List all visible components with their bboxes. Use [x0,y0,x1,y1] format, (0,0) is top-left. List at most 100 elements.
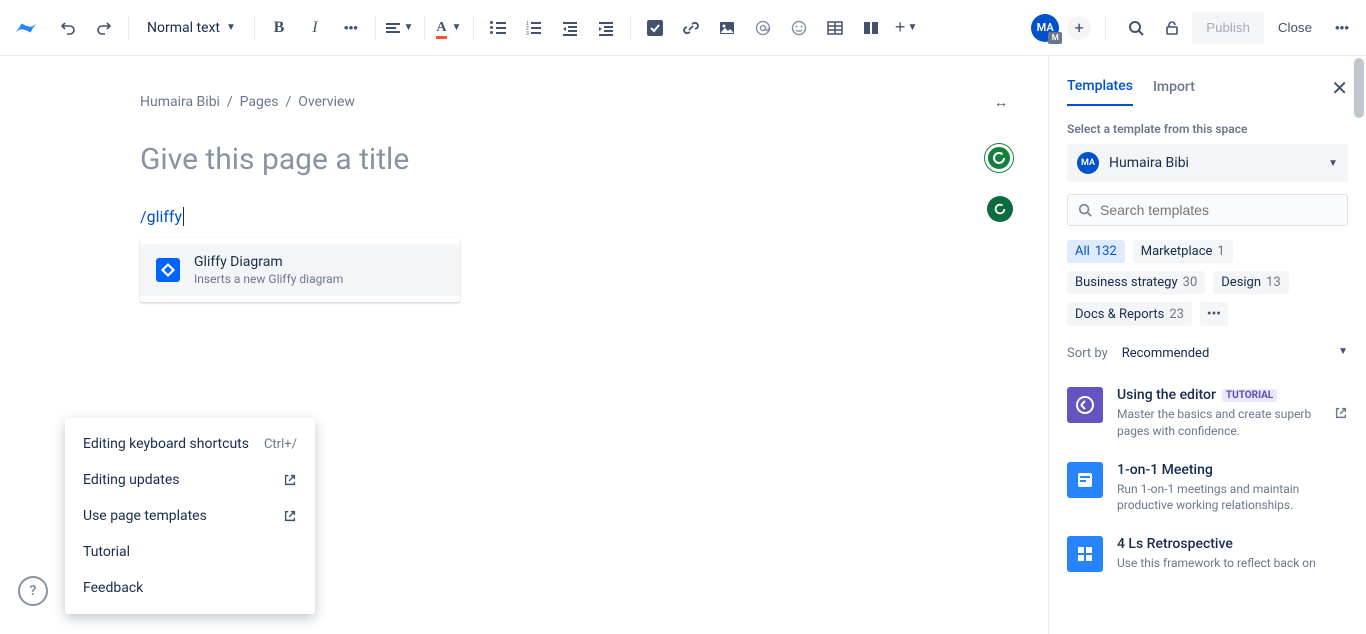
search-icon [1078,203,1092,217]
breadcrumb: Humaira Bibi / Pages / Overview [140,94,908,110]
sort-row: Sort by Recommended▼ [1067,342,1348,365]
open-external-icon[interactable] [1334,406,1348,420]
autocomplete-desc: Inserts a new Gliffy diagram [194,272,343,286]
undo-button[interactable] [52,12,84,44]
separator [375,16,376,40]
more-actions-button[interactable]: ••• [1326,12,1358,44]
page-width-toggle[interactable]: ↔ [994,94,1008,111]
category-chips: All132 Marketplace1 Business strategy30 … [1067,240,1348,326]
scrollbar[interactable] [1354,58,1364,118]
redo-button[interactable] [88,12,120,44]
italic-button[interactable]: I [299,12,331,44]
help-menu-item[interactable]: Feedback [65,570,315,606]
templates-sidebar: Templates Import ✕ Select a template fro… [1048,56,1366,634]
breadcrumb-item[interactable]: Overview [298,94,355,110]
space-name: Humaira Bibi [1109,155,1318,171]
autocomplete-popup: Gliffy Diagram Inserts a new Gliffy diag… [140,238,460,302]
svg-text:3: 3 [526,31,529,36]
category-chip[interactable]: Business strategy30 [1067,271,1205,294]
breadcrumb-item[interactable]: Humaira Bibi [140,94,220,110]
category-chip[interactable]: All132 [1067,240,1125,263]
more-categories-button[interactable]: ••• [1200,302,1228,326]
close-sidebar-icon[interactable]: ✕ [1331,76,1348,108]
tab-import[interactable]: Import [1153,79,1195,105]
bold-button[interactable]: B [263,12,295,44]
separator [630,16,631,40]
chevron-down-icon: ▼ [1328,158,1338,169]
emoji-button[interactable] [783,12,815,44]
more-formatting-button[interactable]: ••• [335,12,367,44]
separator [1105,16,1106,40]
template-search-input[interactable] [1100,202,1337,218]
editor-area: Humaira Bibi / Pages / Overview ↔ Give t… [0,56,1048,634]
chevron-down-icon: ▼ [1338,346,1348,361]
user-avatar[interactable]: MAM [1031,14,1059,42]
layouts-button[interactable] [855,12,887,44]
bullet-list-button[interactable] [482,12,514,44]
section-label: Select a template from this space [1067,122,1348,136]
template-item[interactable]: 1-on-1 Meeting Run 1-on-1 meetings and m… [1067,462,1348,515]
category-chip[interactable]: Design13 [1213,271,1288,294]
tutorial-badge: TUTORIAL [1222,389,1277,402]
page-title-input[interactable]: Give this page a title [140,142,908,177]
help-menu: Editing keyboard shortcutsCtrl+/ Editing… [65,418,315,614]
template-search[interactable] [1067,194,1348,226]
template-title: 1-on-1 Meeting [1117,462,1213,478]
category-chip[interactable]: Docs & Reports23 [1067,302,1192,326]
template-item[interactable]: Using the editor TUTORIAL Master the basi… [1067,387,1348,440]
confluence-logo [14,16,38,40]
autocomplete-item[interactable]: Gliffy Diagram Inserts a new Gliffy diag… [140,244,460,296]
help-menu-item[interactable]: Tutorial [65,534,315,570]
editor-toolbar: Normal text ▼ B I ••• ▼ A▼ 123 +▼ MAM + … [0,0,1366,56]
image-button[interactable] [711,12,743,44]
help-menu-item[interactable]: Use page templates [65,498,315,534]
template-title: 4 Ls Retrospective [1117,536,1233,552]
template-desc: Master the basics and create superb page… [1117,406,1320,440]
sort-select[interactable]: Recommended▼ [1122,342,1348,365]
separator [254,16,255,40]
template-icon [1067,387,1103,423]
find-button[interactable] [1120,12,1152,44]
text-style-select[interactable]: Normal text ▼ [137,12,246,44]
restrictions-button[interactable] [1156,12,1188,44]
invite-button[interactable]: + [1067,16,1091,40]
main-area: Humaira Bibi / Pages / Overview ↔ Give t… [0,56,1366,634]
space-selector[interactable]: MA Humaira Bibi ▼ [1067,144,1348,182]
chevron-down-icon: ▼ [226,22,236,33]
align-button[interactable]: ▼ [384,12,416,44]
grammarly-secondary-icon[interactable] [987,196,1013,222]
avatar-badge: M [1048,32,1062,44]
outdent-button[interactable] [554,12,586,44]
slash-command-text[interactable]: /gliffy [140,207,184,226]
template-icon [1067,536,1103,572]
publish-button[interactable]: Publish [1192,12,1264,44]
template-desc: Use this framework to reflect back on [1117,555,1348,572]
numbered-list-button[interactable]: 123 [518,12,550,44]
gliffy-icon [156,258,180,282]
breadcrumb-item[interactable]: Pages [240,94,279,110]
table-button[interactable] [819,12,851,44]
template-item[interactable]: 4 Ls Retrospective Use this framework to… [1067,536,1348,572]
grammarly-icon[interactable] [985,144,1013,172]
link-button[interactable] [675,12,707,44]
text-color-button[interactable]: A▼ [433,12,465,44]
tab-templates[interactable]: Templates [1067,78,1133,106]
template-title: Using the editor [1117,387,1216,403]
open-external-icon [283,509,297,523]
help-button[interactable]: ? [18,576,48,606]
close-button[interactable]: Close [1268,12,1322,44]
category-chip[interactable]: Marketplace1 [1133,240,1233,263]
help-menu-item[interactable]: Editing keyboard shortcutsCtrl+/ [65,426,315,462]
separator [128,16,129,40]
mention-button[interactable] [747,12,779,44]
separator [424,16,425,40]
shortcut-label: Ctrl+/ [264,437,297,452]
indent-button[interactable] [590,12,622,44]
sort-label: Sort by [1067,346,1108,361]
insert-button[interactable]: +▼ [891,12,921,44]
help-menu-item[interactable]: Editing updates [65,462,315,498]
autocomplete-title: Gliffy Diagram [194,254,343,270]
open-external-icon [283,473,297,487]
action-item-button[interactable] [639,12,671,44]
template-desc: Run 1-on-1 meetings and maintain product… [1117,481,1348,515]
